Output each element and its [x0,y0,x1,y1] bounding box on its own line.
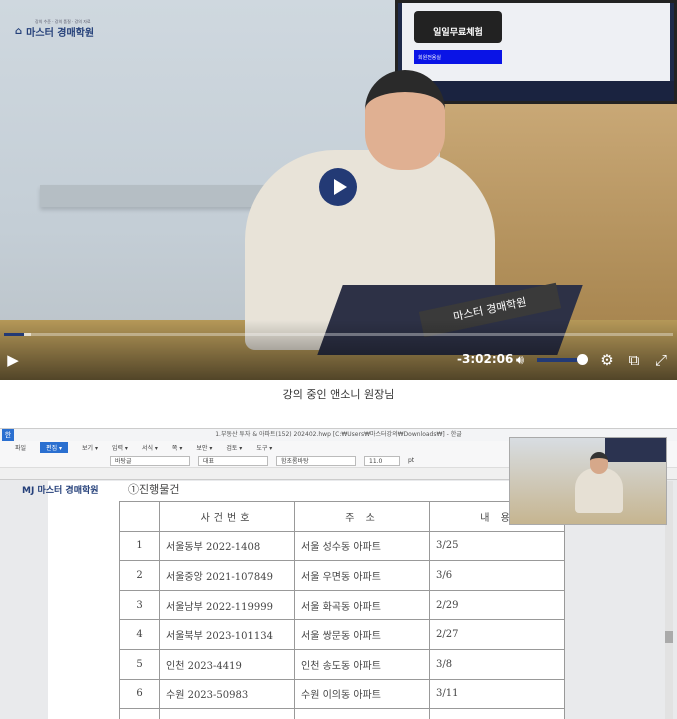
header-num [119,501,160,532]
section-title: ①진행물건 [128,483,180,496]
scrollbar-thumb[interactable] [665,631,673,643]
address: 서울 쌍문동 아파트 [294,619,430,650]
video-logo: ⌂ 강의 수준 · 강의 품질 · 강의 자료 마스터 경매학원 [15,19,95,39]
row-number: 4 [119,619,160,650]
monitor-blue-box: 회원전용실 [414,50,502,64]
play-button[interactable]: ▶ [4,345,22,375]
table-row: 1 서울동부 2022-1408 서울 성수동 아파트 3/25 [119,530,565,562]
case-number: 수원 2023-50983 [159,678,295,710]
progress-fill [4,333,25,336]
hwp-app-icon: 한 [2,429,14,441]
logo-text: 마스터 경매학원 [26,28,95,39]
control-bar: ▶ -3:02:06 🔊︎ ⚙ ⧉ ⤢ [0,345,677,375]
font-select[interactable]: 함초롬바탕 [276,455,356,466]
video-caption: 강의 중인 앤소니 원장님 [282,388,395,401]
house-logo-icon: ⌂ [15,26,23,37]
menu-review[interactable]: 검토 ▾ [226,443,242,452]
content: 3/25 [429,530,565,562]
case-number: 서울남부 2022-119999 [159,589,295,621]
external-link-icon: ⧉ [628,351,640,369]
case-number: 서울동부 2022-1408 [159,530,295,562]
header-address: 주 소 [294,501,430,532]
menu-page[interactable]: 쪽 ▾ [172,443,182,452]
volume-button[interactable]: 🔊︎ [511,345,529,375]
content: 2/27 [429,619,565,650]
table-row: 5 인천 2023-4419 인천 송도동 아파트 3/8 [119,648,565,680]
volume-icon: 🔊︎ [515,352,525,368]
content: 3/11 [429,678,565,710]
address: 서울 성수동 아파트 [294,530,430,562]
case-number: 서울북부 2023-101134 [159,619,295,650]
content: 3/6 [429,560,565,591]
content: 3/8 [429,648,565,680]
document-screenshot: 한 1.부동산 투자 & 아파트(152) 202402.hwp [C:₩Use… [0,428,677,719]
style-select[interactable]: 바탕글 [110,455,190,466]
remaining-time: -3:02:06 [457,352,514,366]
progress-bar[interactable] [4,333,673,336]
presenter-inset-video [509,437,667,525]
video-player[interactable]: 일일무료체험 회원전용실 마스터 경매학원 ⌂ 강의 수준 · 강의 품질 · … [0,0,677,380]
font-size-input[interactable]: 11.0 [364,455,400,466]
table-row: 6 수원 2023-50983 수원 이의동 아파트 3/11 [119,678,565,710]
address: 서울 화곡동 아파트 [294,589,430,621]
settings-button[interactable]: ⚙ [598,345,616,375]
logo-tagline: 강의 수준 · 강의 품질 · 강의 자료 [35,19,91,24]
address: 수원 이의동 아파트 [294,678,430,710]
menu-format[interactable]: 서식 ▾ [142,443,158,452]
row-number: 3 [119,589,160,621]
window-title: 1.부동산 투자 & 아파트(152) 202402.hwp [C:₩Users… [215,431,462,438]
menu-file[interactable]: 파일 [15,443,26,452]
row-number: 6 [119,678,160,710]
language-select[interactable]: 대표 [198,455,268,466]
gear-icon: ⚙ [600,351,614,369]
fullscreen-icon: ⤢ [654,351,667,369]
table-row: 2 서울중앙 2021-107849 서울 우면동 아파트 3/6 [119,560,565,591]
row-number: 1 [119,530,160,562]
table-header-row: 사건번호 주 소 내 용 [119,501,565,532]
table-row: 4 서울북부 2023-101134 서울 쌍문동 아파트 2/27 [119,619,565,650]
case-table: 사건번호 주 소 내 용 1 서울동부 2022-1408 서울 성수동 아파트 3/… [119,501,565,719]
font-size-unit: pt [408,457,415,464]
volume-knob[interactable] [577,354,588,365]
table-row-partial [119,708,565,719]
case-number: 서울중앙 2021-107849 [159,560,295,591]
case-number: 인천 2023-4419 [159,648,295,680]
fullscreen-button[interactable]: ⤢ [652,345,670,375]
overlay-logo: MJ 마스터 경매학원 [22,486,99,496]
content: 2/29 [429,589,565,621]
monitor-banner: 일일무료체험 [414,11,502,43]
row-number: 2 [119,560,160,591]
address: 서울 우면동 아파트 [294,560,430,591]
volume-slider[interactable] [537,354,588,365]
big-play-button[interactable] [319,168,357,206]
play-icon: ▶ [7,351,19,369]
row-number: 5 [119,648,160,680]
address: 인천 송도동 아파트 [294,648,430,680]
menu-edit[interactable]: 편집 ▾ [40,442,69,453]
table-row: 3 서울남부 2022-119999 서울 화곡동 아파트 2/29 [119,589,565,621]
presenter-head [365,70,445,170]
menu-tools[interactable]: 도구 ▾ [256,443,272,452]
menu-insert[interactable]: 입력 ▾ [112,443,128,452]
menu-view[interactable]: 보기 ▾ [82,443,98,452]
popout-button[interactable]: ⧉ [625,345,643,375]
menu-security[interactable]: 보안 ▾ [196,443,212,452]
header-case-number: 사건번호 [159,501,295,532]
